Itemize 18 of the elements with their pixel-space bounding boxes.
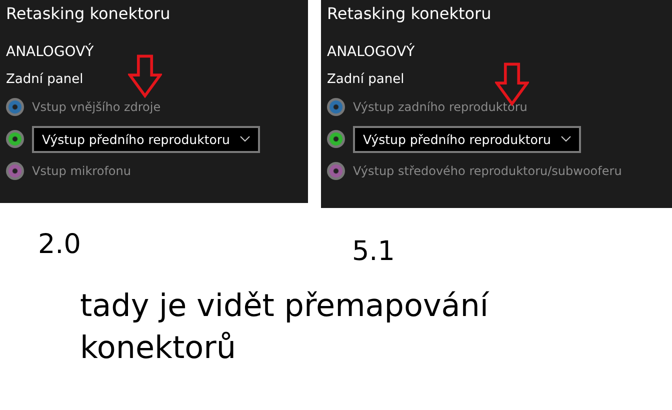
caption-text: 2.0 bbox=[37, 229, 82, 260]
jack-label: Výstup zadního reproduktoru bbox=[353, 100, 528, 114]
jack-label: Vstup mikrofonu bbox=[32, 164, 131, 178]
section-heading: ANALOGOVÝ bbox=[6, 44, 95, 62]
panel-title: Retasking konektoru bbox=[6, 4, 172, 25]
dropdown[interactable]: Výstup předního reproduktoru bbox=[353, 126, 581, 152]
jack-label: Výstup středového reproduktoru/subwooferu bbox=[353, 164, 622, 178]
caption-text: 5.1 bbox=[351, 236, 396, 267]
section-heading: ANALOGOVÝ bbox=[327, 44, 416, 62]
down-arrow-icon bbox=[128, 54, 162, 98]
group-label: Zadní panel bbox=[6, 72, 84, 89]
note-text: tady je vidět přemapování konektorů bbox=[80, 287, 490, 368]
chevron-down-icon bbox=[240, 136, 250, 142]
chevron-down-icon bbox=[560, 136, 571, 142]
dropdown[interactable]: Výstup předního reproduktoru bbox=[32, 126, 260, 152]
jack-label: Vstup vnějšího zdroje bbox=[32, 100, 161, 114]
group-label: Zadní panel bbox=[327, 72, 406, 89]
panel-title: Retasking konektoru bbox=[327, 4, 492, 25]
